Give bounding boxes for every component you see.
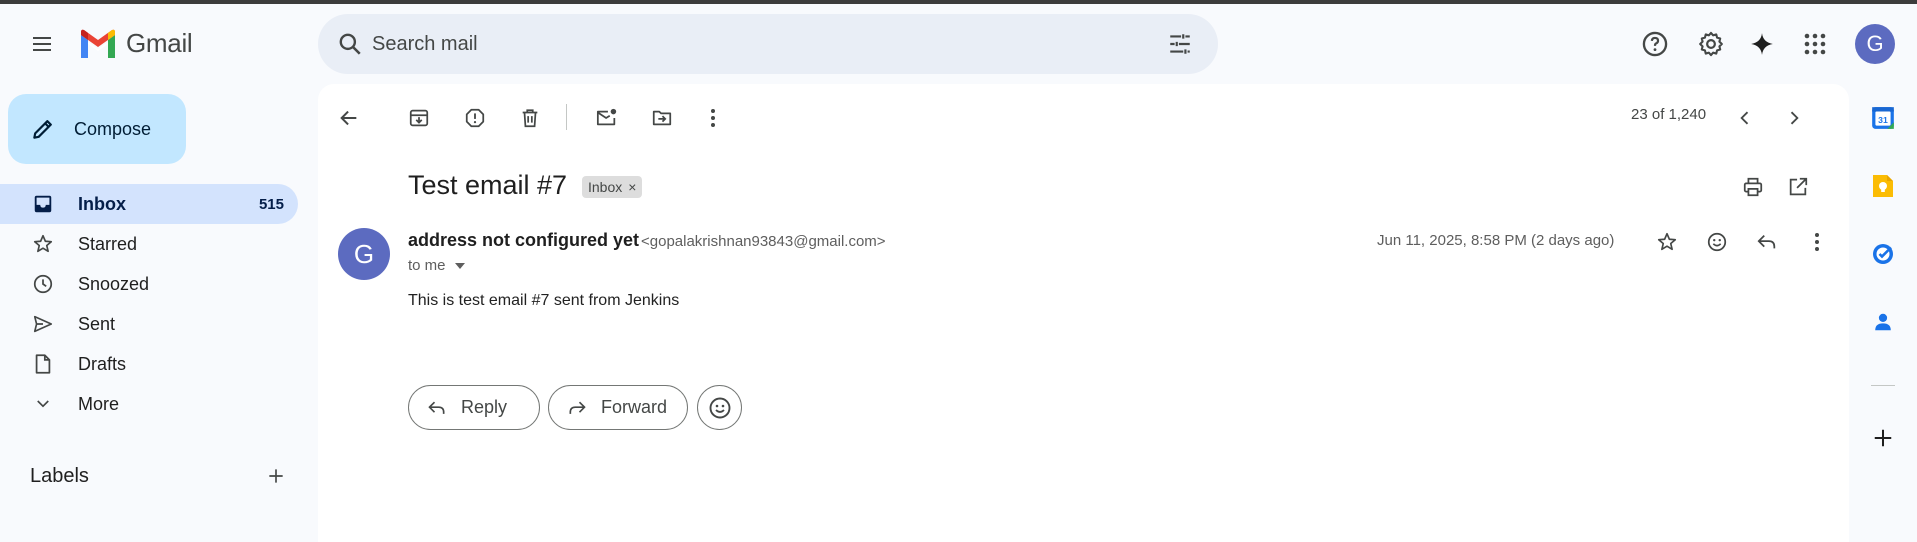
sidebar-item-label: Drafts — [78, 353, 127, 374]
google-calendar-icon[interactable]: 31 — [1859, 94, 1907, 142]
reply-button[interactable]: Reply — [408, 385, 540, 430]
google-keep-icon[interactable] — [1859, 162, 1907, 210]
star-email-icon[interactable] — [1645, 220, 1689, 264]
inbox-icon — [30, 191, 56, 217]
toolbar-divider — [566, 104, 567, 130]
pagination-status: 23 of 1,240 — [1631, 106, 1707, 123]
sidebar: Compose Inbox 515 Starred Snoozed Sent D… — [0, 84, 318, 542]
remove-label-close-icon[interactable]: × — [628, 179, 636, 195]
reply-label: Reply — [461, 397, 508, 417]
draft-file-icon — [30, 351, 56, 377]
search-bar[interactable] — [318, 14, 1218, 74]
sidebar-item-inbox[interactable]: Inbox 515 — [0, 184, 298, 224]
settings-gear-icon[interactable] — [1687, 20, 1735, 68]
back-arrow-icon[interactable] — [327, 96, 371, 140]
sidebar-item-sent[interactable]: Sent — [0, 304, 298, 344]
svg-text:31: 31 — [1878, 115, 1888, 125]
sidebar-item-snoozed[interactable]: Snoozed — [0, 264, 298, 304]
google-apps-grid-icon[interactable] — [1791, 20, 1839, 68]
mail-nav: Inbox 515 Starred Snoozed Sent Drafts Mo… — [0, 184, 298, 424]
search-input[interactable] — [372, 14, 1132, 74]
labels-section: Labels — [30, 456, 292, 496]
compose-button[interactable]: Compose — [8, 94, 186, 164]
delete-trash-icon[interactable] — [508, 96, 552, 140]
print-icon[interactable] — [1731, 165, 1775, 209]
sidebar-item-starred[interactable]: Starred — [0, 224, 298, 264]
search-icon[interactable] — [326, 20, 374, 68]
email-view: 23 of 1,240 Test email #7 Inbox × G addr… — [318, 84, 1849, 542]
gmail-m-logo-icon — [81, 29, 115, 58]
inbox-label-chip[interactable]: Inbox × — [582, 176, 643, 198]
reply-icon — [428, 401, 445, 414]
sidebar-item-label: Starred — [78, 233, 138, 254]
app-header: Gmail G — [0, 4, 1917, 84]
account-avatar[interactable]: G — [1855, 24, 1895, 64]
add-label-plus-icon[interactable] — [260, 460, 292, 492]
sidebar-item-label: Sent — [78, 313, 116, 334]
help-icon[interactable] — [1631, 20, 1679, 68]
open-in-new-window-icon[interactable] — [1776, 165, 1820, 209]
main-menu-icon[interactable] — [18, 20, 66, 68]
rail-divider — [1871, 385, 1895, 386]
gemini-sparkle-icon[interactable] — [1738, 20, 1786, 68]
archive-icon[interactable] — [397, 96, 441, 140]
recipient-details[interactable]: to me — [408, 257, 466, 274]
compose-label: Compose — [74, 118, 152, 139]
side-panel-rail: 31 — [1849, 84, 1917, 542]
previous-email-chevron-icon[interactable] — [1723, 96, 1767, 140]
sidebar-item-more[interactable]: More — [0, 384, 298, 424]
get-addons-plus-icon[interactable] — [1859, 414, 1907, 462]
chevron-down-icon — [30, 391, 56, 417]
email-body: This is test email #7 sent from Jenkins — [408, 292, 680, 309]
app-name: Gmail — [126, 28, 193, 58]
email-date: Jun 11, 2025, 8:58 PM (2 days ago) — [1377, 232, 1615, 249]
forward-label: Forward — [600, 397, 667, 417]
recipient-text: to me — [408, 257, 446, 274]
inbox-unread-count: 515 — [258, 195, 284, 213]
forward-button[interactable]: Forward — [548, 385, 688, 430]
mark-unread-icon[interactable] — [585, 96, 629, 140]
gmail-logo[interactable]: Gmail — [78, 28, 193, 59]
send-icon — [30, 311, 56, 337]
reply-arrow-icon[interactable] — [1745, 220, 1789, 264]
more-options-vertical-icon[interactable] — [691, 96, 735, 140]
email-subject: Test email #7 — [408, 170, 568, 200]
add-reaction-emoji-icon[interactable] — [1695, 220, 1739, 264]
label-chip-text: Inbox — [588, 179, 623, 195]
sender-name[interactable]: address not configured yet — [408, 230, 639, 251]
forward-icon — [569, 401, 586, 414]
sidebar-item-label: More — [78, 393, 120, 414]
labels-heading: Labels — [30, 464, 89, 487]
sidebar-item-label: Inbox — [78, 193, 126, 214]
message-more-vertical-icon[interactable] — [1795, 220, 1839, 264]
clock-icon — [30, 271, 56, 297]
google-contacts-icon[interactable] — [1859, 298, 1907, 346]
search-options-icon[interactable] — [1156, 20, 1204, 68]
emoji-smile-icon — [709, 397, 730, 418]
pencil-icon — [33, 120, 52, 139]
star-icon — [30, 231, 56, 257]
report-spam-icon[interactable] — [453, 96, 497, 140]
caret-down-icon[interactable] — [454, 262, 466, 270]
sender-avatar[interactable]: G — [338, 228, 390, 280]
sender-email: <gopalakrishnan93843@gmail.com> — [641, 233, 886, 250]
sidebar-item-drafts[interactable]: Drafts — [0, 344, 298, 384]
google-tasks-icon[interactable] — [1859, 230, 1907, 278]
emoji-reaction-button[interactable] — [697, 385, 742, 430]
sidebar-item-label: Snoozed — [78, 273, 150, 294]
next-email-chevron-icon[interactable] — [1772, 96, 1816, 140]
move-to-folder-icon[interactable] — [640, 96, 684, 140]
